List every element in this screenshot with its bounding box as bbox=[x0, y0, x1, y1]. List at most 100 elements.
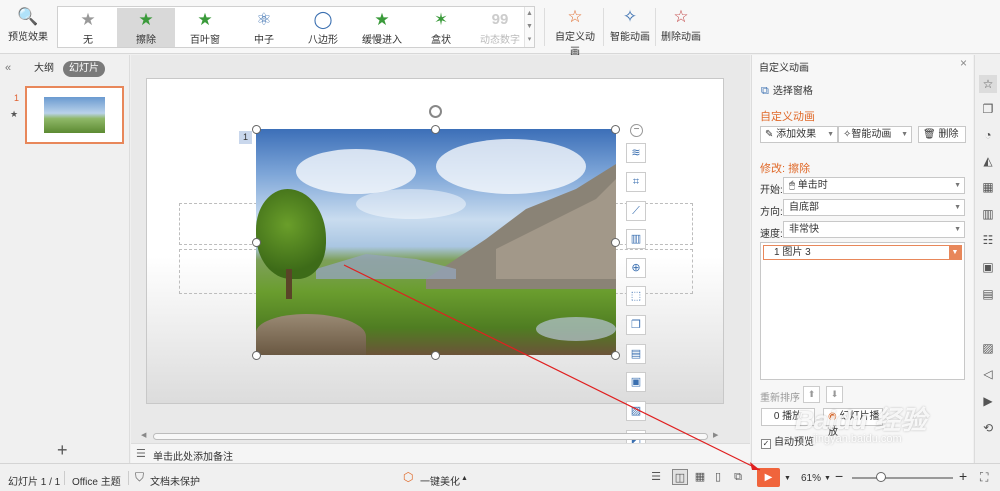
zoom-slider-thumb[interactable] bbox=[876, 472, 886, 482]
smart-anim-icon: ✧ bbox=[622, 7, 638, 26]
selection-pane-link[interactable]: ⧉ 选择窗格 bbox=[761, 82, 813, 98]
resize-handle[interactable] bbox=[252, 238, 261, 247]
split-icon[interactable]: ▥ bbox=[626, 229, 646, 249]
copy-icon[interactable]: ❐ bbox=[979, 100, 997, 118]
effect-slow-enter[interactable]: ★ 缓慢进入 bbox=[353, 8, 411, 47]
horizontal-scrollbar[interactable]: ◀ ▶ bbox=[141, 431, 721, 441]
normal-view-icon[interactable]: ◫ bbox=[672, 469, 688, 485]
sound-icon[interactable]: ◁ bbox=[979, 365, 997, 383]
replace-picture-icon[interactable]: ▣ bbox=[626, 372, 646, 392]
delete-label: 删除 bbox=[938, 129, 959, 140]
resize-handle[interactable] bbox=[611, 238, 620, 247]
chevron-down-icon[interactable]: ▼ bbox=[784, 475, 791, 482]
grid-icon[interactable]: ▦ bbox=[979, 178, 997, 196]
zoom-in-icon[interactable]: + bbox=[959, 468, 967, 484]
effect-label: 百叶窗 bbox=[190, 35, 220, 46]
zoom-level[interactable]: 61% bbox=[801, 473, 821, 484]
landscape-picture[interactable] bbox=[256, 129, 616, 355]
item-menu-icon[interactable]: ▼ bbox=[949, 246, 961, 259]
effect-dynamic-digits[interactable]: 99 动态数字 bbox=[471, 8, 529, 47]
beautify-icon: ⬡ bbox=[403, 470, 414, 484]
start-dropdown[interactable]: 🖱 单击时 ▼ bbox=[783, 177, 965, 194]
tab-slides[interactable]: 幻灯片 bbox=[63, 61, 105, 77]
direction-dropdown[interactable]: 自底部 ▼ bbox=[783, 199, 965, 216]
direction-value: 自底部 bbox=[789, 202, 819, 213]
scroll-track[interactable] bbox=[153, 433, 708, 440]
add-effect-button[interactable]: ✎ 添加效果 ▼ bbox=[760, 126, 838, 143]
delete-animation-button[interactable]: ☆ 删除动画 bbox=[660, 6, 702, 48]
effect-wipe[interactable]: ★ 擦除 bbox=[117, 8, 175, 47]
settings-sliders-icon[interactable]: ☷ bbox=[979, 231, 997, 249]
shapes-icon[interactable]: ◔ bbox=[979, 126, 997, 144]
delete-effect-button[interactable]: 🗑 删除 bbox=[918, 126, 966, 143]
pane-title[interactable]: 自定义动画 bbox=[759, 59, 809, 74]
copy-picture-icon[interactable]: ❐ bbox=[626, 315, 646, 335]
chevron-down-icon[interactable]: ▼ bbox=[824, 475, 831, 482]
animation-list-item[interactable]: 1 图片 3 ▼ bbox=[763, 245, 962, 260]
presenter-icon[interactable]: ⧉ bbox=[730, 469, 746, 485]
animation-star-icon[interactable]: ☆ bbox=[979, 75, 997, 93]
tab-outline[interactable]: 大纲 bbox=[28, 61, 60, 77]
scroll-left-icon[interactable]: ◀ bbox=[141, 431, 146, 439]
animation-order-tag[interactable]: 1 bbox=[239, 131, 252, 144]
zoom-in-icon[interactable]: ⊕ bbox=[626, 258, 646, 278]
animation-list[interactable]: 1 图片 3 ▼ bbox=[760, 242, 965, 380]
collapse-panel-icon[interactable]: « bbox=[5, 62, 11, 74]
fit-window-icon[interactable]: ⛶ bbox=[980, 470, 988, 485]
effect-box[interactable]: ✶ 盒状 bbox=[412, 8, 470, 47]
speed-dropdown[interactable]: 非常快 ▼ bbox=[783, 221, 965, 238]
chart-icon[interactable]: ▥ bbox=[979, 205, 997, 223]
checkbox-checked-icon[interactable]: ✓ bbox=[761, 439, 771, 449]
layers-icon[interactable]: ≋ bbox=[626, 143, 646, 163]
close-icon[interactable]: × bbox=[960, 56, 967, 70]
fill-icon[interactable]: ◭ bbox=[979, 152, 997, 170]
chevron-down-icon[interactable]: ▲ bbox=[461, 475, 468, 482]
smart-animation-pane-button[interactable]: ✧智能动画 ▼ bbox=[838, 126, 912, 143]
effect-none[interactable]: ★ 无 bbox=[59, 8, 117, 47]
image-icon[interactable]: ▨ bbox=[979, 339, 997, 357]
shield-icon: ⛉ bbox=[135, 470, 145, 484]
rotate-handle-icon[interactable] bbox=[429, 105, 442, 118]
theme-name[interactable]: Office 主题 bbox=[72, 473, 121, 488]
select-icon[interactable]: ⬚ bbox=[626, 286, 646, 306]
slide-thumbnail[interactable] bbox=[25, 86, 124, 144]
scroll-right-icon[interactable]: ▶ bbox=[713, 431, 718, 439]
resize-handle[interactable] bbox=[431, 125, 440, 134]
zoom-out-icon[interactable]: − bbox=[835, 468, 843, 484]
notes-pane[interactable]: ☰ 单击此处添加备注 bbox=[131, 443, 750, 463]
resize-handle[interactable] bbox=[611, 351, 620, 360]
document-icon[interactable]: ▤ bbox=[979, 285, 997, 303]
picture-edit-icon[interactable]: ▨ bbox=[626, 401, 646, 421]
resize-handle[interactable] bbox=[431, 351, 440, 360]
divider bbox=[655, 8, 656, 46]
resize-handle[interactable] bbox=[611, 125, 620, 134]
chevron-up-icon[interactable]: ▲ bbox=[525, 7, 534, 20]
collapse-toolbar-icon[interactable]: − bbox=[630, 124, 643, 137]
gallery-scroll[interactable]: ▲ ▼ ▾ bbox=[524, 7, 534, 47]
effect-octagon[interactable]: ◯ 八边形 bbox=[294, 8, 352, 47]
effect-blinds[interactable]: ★ 百叶窗 bbox=[176, 8, 234, 47]
slide[interactable]: 1 − ≋ ⌗ ⟋ ▥ ⊕ ⬚ ❐ ▤ ▣ ▨ ◩ bbox=[146, 78, 724, 450]
custom-animation-button[interactable]: ☆ 自定义动画 bbox=[551, 6, 599, 58]
smart-animation-button[interactable]: ✧ 智能动画 bbox=[609, 6, 651, 48]
protect-status[interactable]: 文档未保护 bbox=[150, 473, 200, 488]
expand-icon[interactable]: ▾ bbox=[525, 33, 534, 46]
play-slideshow-button[interactable]: ▶ bbox=[757, 468, 780, 487]
reading-view-icon[interactable]: ▯ bbox=[710, 469, 726, 485]
preview-effect-button[interactable]: 🔍 预览效果 bbox=[6, 6, 50, 48]
notes-view-icon[interactable]: ☰ bbox=[648, 469, 664, 485]
video-icon[interactable]: ▶ bbox=[979, 392, 997, 410]
one-click-beautify[interactable]: 一键美化 bbox=[420, 473, 460, 488]
add-slide-icon[interactable]: + bbox=[57, 440, 68, 461]
resize-handle[interactable] bbox=[252, 125, 261, 134]
history-icon[interactable]: ⟲ bbox=[979, 419, 997, 437]
effect-neutron[interactable]: ⚛ 中子 bbox=[235, 8, 293, 47]
line-style-icon[interactable]: ⟋ bbox=[626, 201, 646, 221]
crop-icon[interactable]: ⌗ bbox=[626, 172, 646, 192]
picture-icon[interactable]: ▣ bbox=[979, 258, 997, 276]
slide-sorter-icon[interactable]: ▦ bbox=[692, 469, 708, 485]
zoom-slider-track[interactable] bbox=[852, 477, 953, 479]
resize-handle[interactable] bbox=[252, 351, 261, 360]
picture-to-text-icon[interactable]: ▤ bbox=[626, 344, 646, 364]
chevron-down-icon[interactable]: ▼ bbox=[525, 20, 534, 33]
